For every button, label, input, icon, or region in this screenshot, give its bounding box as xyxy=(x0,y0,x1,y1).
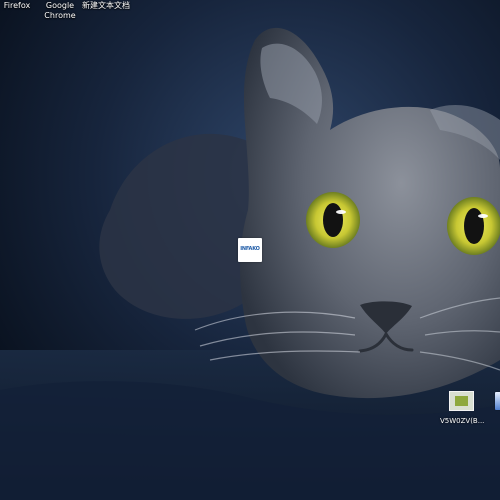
desktop: Firefox Google Chrome 新建文本文档 INFAKO V5W0… xyxy=(0,0,500,500)
desktop-file-icon-center[interactable]: INFAKO xyxy=(238,238,262,262)
desktop-icon-label: 新建文本文档 xyxy=(82,1,130,10)
desktop-icon-label: Google Chrome xyxy=(44,1,76,20)
cat-right-eye-highlight xyxy=(478,214,488,218)
desktop-icon-label: Firefox xyxy=(3,1,31,10)
file-thumbnail-image xyxy=(455,396,468,406)
desktop-file-thumbnail[interactable] xyxy=(449,391,474,411)
desktop-icon-firefox[interactable]: Firefox xyxy=(3,1,31,11)
desktop-file-label[interactable]: V5W0ZV(B... xyxy=(440,417,488,425)
cat-left-pupil xyxy=(323,203,343,237)
desktop-icon-google-chrome[interactable]: Google Chrome xyxy=(43,1,77,21)
file-thumbnail-text: INFAKO xyxy=(240,246,260,252)
edge-desktop-icon[interactable] xyxy=(495,392,500,410)
cat-right-pupil xyxy=(464,208,484,244)
desktop-icon-new-text-document[interactable]: 新建文本文档 xyxy=(80,1,132,11)
cat-left-eye-highlight xyxy=(336,210,346,214)
